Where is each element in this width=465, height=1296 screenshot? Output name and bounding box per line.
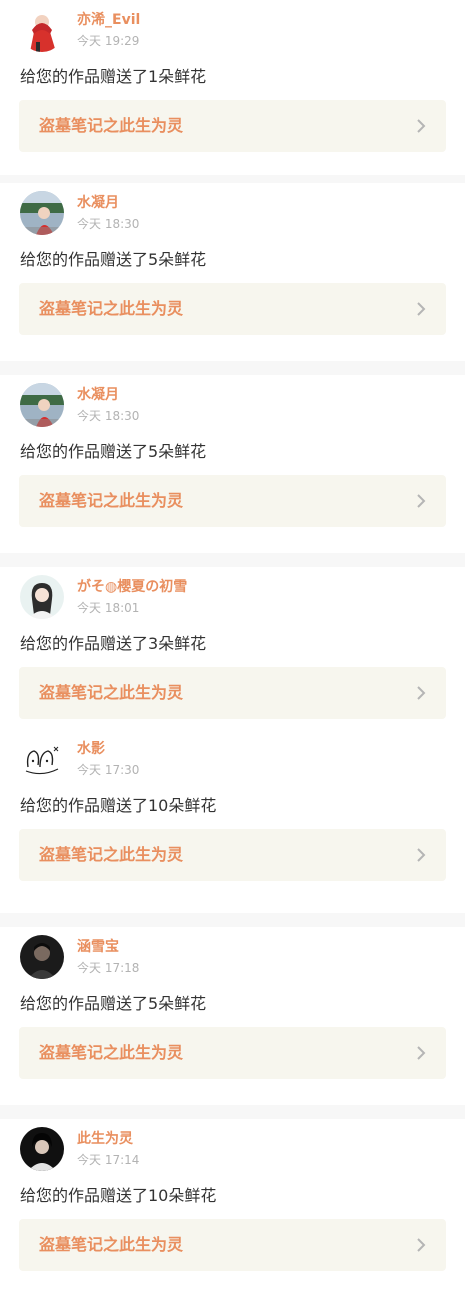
work-title: 盗墓笔记之此生为灵 [39, 491, 184, 510]
notification-card: 水凝月 今天 18:30 给您的作品赠送了5朵鲜花 盗墓笔记之此生为灵 [0, 375, 465, 553]
timestamp: 今天 17:30 [77, 763, 140, 777]
chevron-right-icon [416, 493, 426, 509]
gift-message: 给您的作品赠送了10朵鲜花 [20, 796, 217, 815]
sender-name[interactable]: 涵雪宝 [77, 937, 119, 957]
work-link[interactable]: 盗墓笔记之此生为灵 [19, 475, 446, 527]
notification-header: 水凝月 今天 18:30 [0, 375, 465, 437]
chevron-right-icon [416, 847, 426, 863]
sender-name[interactable]: 此生为灵 [77, 1129, 133, 1149]
work-link[interactable]: 盗墓笔记之此生为灵 [19, 1027, 446, 1079]
notification-card: 此生为灵 今天 17:14 给您的作品赠送了10朵鲜花 盗墓笔记之此生为灵 [0, 1119, 465, 1296]
work-title: 盗墓笔记之此生为灵 [39, 845, 184, 864]
avatar[interactable] [20, 1127, 64, 1171]
avatar[interactable] [20, 737, 64, 781]
chevron-right-icon [416, 1045, 426, 1061]
gift-message: 给您的作品赠送了3朵鲜花 [20, 634, 207, 653]
avatar[interactable] [20, 383, 64, 427]
sender-name[interactable]: 水凝月 [77, 193, 119, 213]
chevron-right-icon [416, 118, 426, 134]
work-link[interactable]: 盗墓笔记之此生为灵 [19, 100, 446, 152]
chevron-right-icon [416, 685, 426, 701]
timestamp: 今天 18:01 [77, 601, 140, 615]
chevron-right-icon [416, 301, 426, 317]
work-link[interactable]: 盗墓笔记之此生为灵 [19, 667, 446, 719]
avatar[interactable] [20, 575, 64, 619]
work-title: 盗墓笔记之此生为灵 [39, 299, 184, 318]
work-link[interactable]: 盗墓笔记之此生为灵 [19, 829, 446, 881]
gift-message: 给您的作品赠送了10朵鲜花 [20, 1186, 217, 1205]
notification-header: がそ◍櫻夏の初雪 今天 18:01 [0, 567, 465, 629]
notification-header: 此生为灵 今天 17:14 [0, 1119, 465, 1181]
notification-feed: 亦浠_Evil 今天 19:29 给您的作品赠送了1朵鲜花 盗墓笔记之此生为灵 … [0, 0, 465, 1296]
gift-message: 给您的作品赠送了5朵鲜花 [20, 442, 207, 461]
work-title: 盗墓笔记之此生为灵 [39, 683, 184, 702]
work-title: 盗墓笔记之此生为灵 [39, 1235, 184, 1254]
notification-header: 水影 今天 17:30 [0, 729, 465, 791]
work-link[interactable]: 盗墓笔记之此生为灵 [19, 283, 446, 335]
sender-name[interactable]: がそ◍櫻夏の初雪 [77, 577, 187, 597]
notification-header: 涵雪宝 今天 17:18 [0, 927, 465, 989]
work-link[interactable]: 盗墓笔记之此生为灵 [19, 1219, 446, 1271]
gift-message: 给您的作品赠送了1朵鲜花 [20, 67, 207, 86]
gift-message: 给您的作品赠送了5朵鲜花 [20, 994, 207, 1013]
avatar[interactable] [20, 191, 64, 235]
avatar[interactable] [20, 8, 64, 52]
timestamp: 今天 18:30 [77, 409, 140, 423]
timestamp: 今天 18:30 [77, 217, 140, 231]
avatar[interactable] [20, 935, 64, 979]
sender-name[interactable]: 水影 [77, 739, 105, 759]
gift-message: 给您的作品赠送了5朵鲜花 [20, 250, 207, 269]
timestamp: 今天 17:14 [77, 1153, 140, 1167]
sender-name[interactable]: 亦浠_Evil [77, 10, 140, 30]
work-title: 盗墓笔记之此生为灵 [39, 1043, 184, 1062]
notification-header: 亦浠_Evil 今天 19:29 [0, 0, 465, 62]
work-title: 盗墓笔记之此生为灵 [39, 116, 184, 135]
timestamp: 今天 19:29 [77, 34, 140, 48]
notification-card: 水凝月 今天 18:30 给您的作品赠送了5朵鲜花 盗墓笔记之此生为灵 [0, 183, 465, 361]
notification-card: がそ◍櫻夏の初雪 今天 18:01 给您的作品赠送了3朵鲜花 盗墓笔记之此生为灵… [0, 567, 465, 913]
timestamp: 今天 17:18 [77, 961, 140, 975]
notification-card: 亦浠_Evil 今天 19:29 给您的作品赠送了1朵鲜花 盗墓笔记之此生为灵 [0, 0, 465, 175]
notification-card: 涵雪宝 今天 17:18 给您的作品赠送了5朵鲜花 盗墓笔记之此生为灵 [0, 927, 465, 1105]
chevron-right-icon [416, 1237, 426, 1253]
sender-name[interactable]: 水凝月 [77, 385, 119, 405]
notification-header: 水凝月 今天 18:30 [0, 183, 465, 245]
